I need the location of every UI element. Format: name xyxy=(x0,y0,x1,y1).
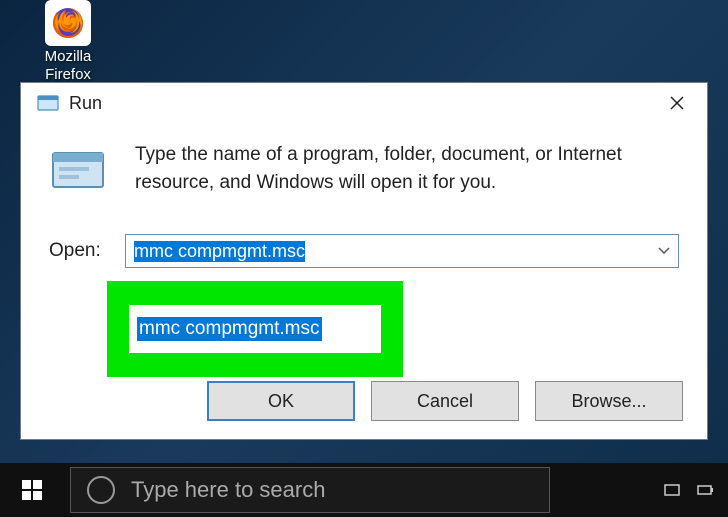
open-input[interactable] xyxy=(126,235,650,267)
firefox-icon xyxy=(45,0,91,46)
windows-start-icon xyxy=(20,478,44,502)
annotation-input-sample: mmc compmgmt.msc xyxy=(129,305,381,353)
browse-button[interactable]: Browse... xyxy=(535,381,683,421)
system-tray xyxy=(662,480,728,500)
chevron-down-icon xyxy=(658,247,670,255)
close-icon xyxy=(669,95,685,111)
run-large-icon xyxy=(49,145,109,193)
tray-icon-generic[interactable] xyxy=(662,480,682,500)
cancel-button[interactable]: Cancel xyxy=(371,381,519,421)
taskbar-search[interactable]: Type here to search xyxy=(70,467,550,513)
cortana-icon xyxy=(87,476,115,504)
annotation-selected-text: mmc compmgmt.msc xyxy=(137,317,322,341)
dialog-description: Type the name of a program, folder, docu… xyxy=(135,141,679,197)
tray-icon-battery[interactable] xyxy=(696,480,716,500)
taskbar: Type here to search xyxy=(0,463,728,517)
combobox-dropdown-button[interactable] xyxy=(650,235,678,267)
desktop-icon-label: Mozilla Firefox xyxy=(28,48,108,84)
open-label: Open: xyxy=(49,240,111,262)
ok-button[interactable]: OK xyxy=(207,381,355,421)
open-combobox[interactable] xyxy=(125,234,679,268)
dialog-title: Run xyxy=(69,93,657,114)
run-dialog: Run Type the name of a program, folder, … xyxy=(20,82,708,440)
titlebar[interactable]: Run xyxy=(21,83,707,123)
start-button[interactable] xyxy=(0,463,64,517)
desktop-icon-firefox[interactable]: Mozilla Firefox xyxy=(28,0,108,84)
close-button[interactable] xyxy=(657,87,697,119)
annotation-highlight: mmc compmgmt.msc xyxy=(107,281,403,377)
taskbar-search-placeholder: Type here to search xyxy=(131,477,325,503)
run-icon xyxy=(37,93,59,113)
